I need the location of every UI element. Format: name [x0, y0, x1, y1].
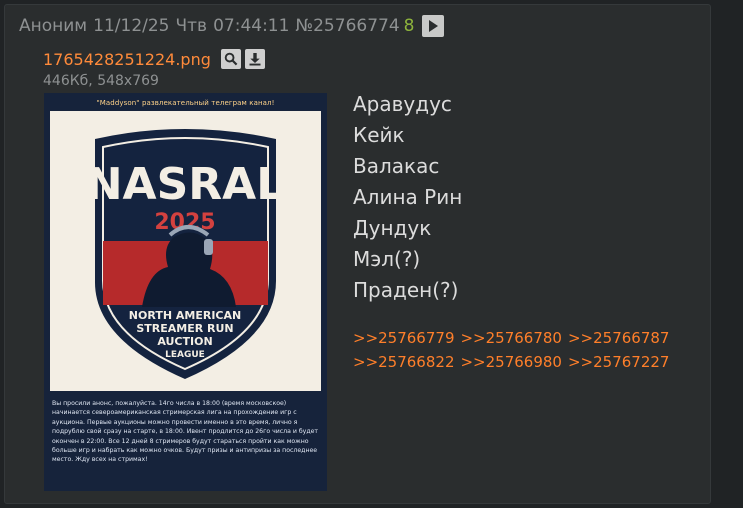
streamer-name: Кейк [353, 123, 405, 147]
reply-link[interactable]: >>25766780 [460, 329, 561, 347]
streamer-name: Валакас [353, 154, 440, 178]
play-button[interactable] [422, 15, 445, 37]
post-time: 07:44:11 [213, 16, 290, 36]
streamer-name: Алина Рин [353, 185, 463, 209]
reply-links: >>25766779 >>25766780 >>25766787 >>25766… [353, 329, 675, 377]
author-name: Аноним [19, 16, 88, 36]
logo-year: 2025 [154, 210, 215, 235]
thumbnail-description: Вы просили анонс, пожалуйста. 14го числа… [52, 400, 319, 464]
post-header: Аноним 11/12/25 Чтв 07:44:11 №25766774 8 [19, 14, 445, 38]
post-weekday: Чтв [175, 16, 208, 36]
file-size: 446Кб [43, 73, 89, 89]
nasral-logo: NASRAL 2025 NORTH AMERICAN STREAMER RUN … [86, 129, 285, 379]
reply-links-row: >>25766779 >>25766780 >>25766787 [353, 329, 675, 347]
post: Аноним 11/12/25 Чтв 07:44:11 №25766774 8… [4, 4, 711, 504]
post-body: Аравудус Кейк Валакас Алина Рин Дундук М… [353, 89, 462, 306]
reply-link[interactable]: >>25766980 [460, 353, 561, 371]
image-thumbnail[interactable]: "Maddyson" развлекательный телеграм кана… [44, 93, 327, 491]
reply-link[interactable]: >>25766822 [353, 353, 454, 371]
reply-link[interactable]: >>25766787 [568, 329, 669, 347]
search-icon [224, 52, 238, 66]
file-line: 1765428251224.png [43, 47, 265, 71]
thumbnail-banner: "Maddyson" развлекательный телеграм кана… [96, 99, 275, 107]
reply-links-row: >>25766822 >>25766980 >>25767227 [353, 353, 675, 371]
reply-link[interactable]: >>25767227 [568, 353, 669, 371]
play-icon [429, 20, 439, 32]
image-search-button[interactable] [220, 49, 241, 69]
logo-line-2: STREAMER RUN [136, 322, 233, 335]
streamer-name: Мэл(?) [353, 247, 421, 271]
logo-line-3: AUCTION [157, 335, 212, 348]
post-date: 11/12/25 [93, 16, 170, 36]
streamer-name: Дундук [353, 216, 432, 240]
reply-count[interactable]: 8 [404, 16, 415, 36]
streamer-name: Аравудус [353, 92, 452, 116]
streamer-name: Праден(?) [353, 278, 459, 302]
post-number[interactable]: №25766774 [295, 16, 399, 36]
logo-line-1: NORTH AMERICAN [129, 309, 241, 322]
logo-title: NASRAL [86, 159, 285, 210]
file-name-link[interactable]: 1765428251224.png [43, 50, 211, 69]
logo-panel: NASRAL 2025 NORTH AMERICAN STREAMER RUN … [50, 111, 321, 391]
reply-link[interactable]: >>25766779 [353, 329, 454, 347]
download-button[interactable] [244, 49, 265, 69]
download-icon [249, 53, 261, 66]
file-dimensions: 548x769 [97, 73, 159, 89]
logo-line-4: LEAGUE [165, 350, 205, 360]
file-meta: 446Кб, 548x769 [43, 73, 159, 89]
